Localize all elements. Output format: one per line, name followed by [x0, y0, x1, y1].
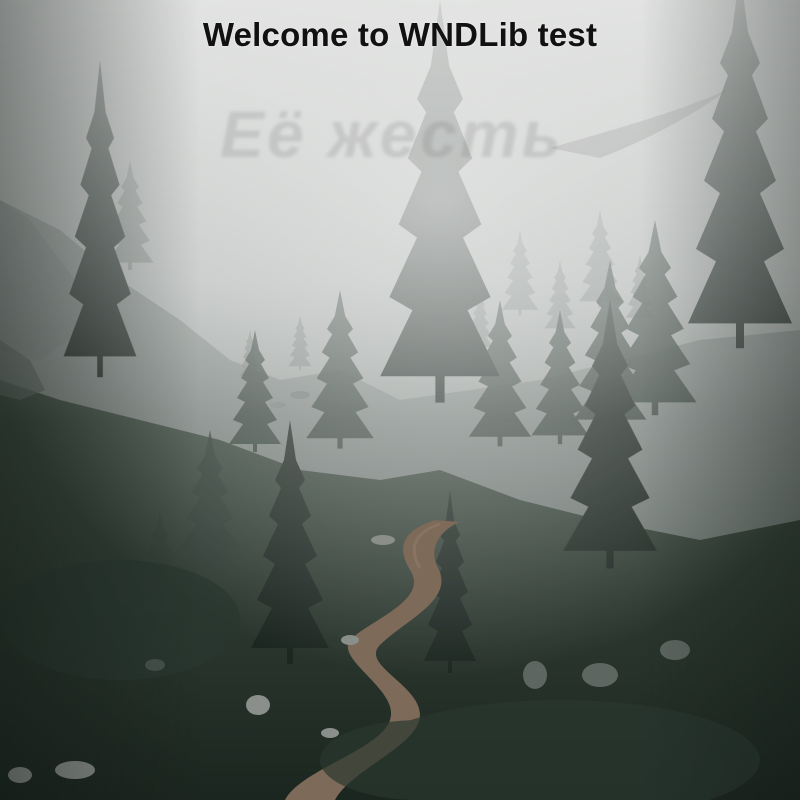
wndlib-window: Её жесть Welcome to WNDLib test — [0, 0, 800, 800]
forest-background-image — [0, 0, 800, 800]
